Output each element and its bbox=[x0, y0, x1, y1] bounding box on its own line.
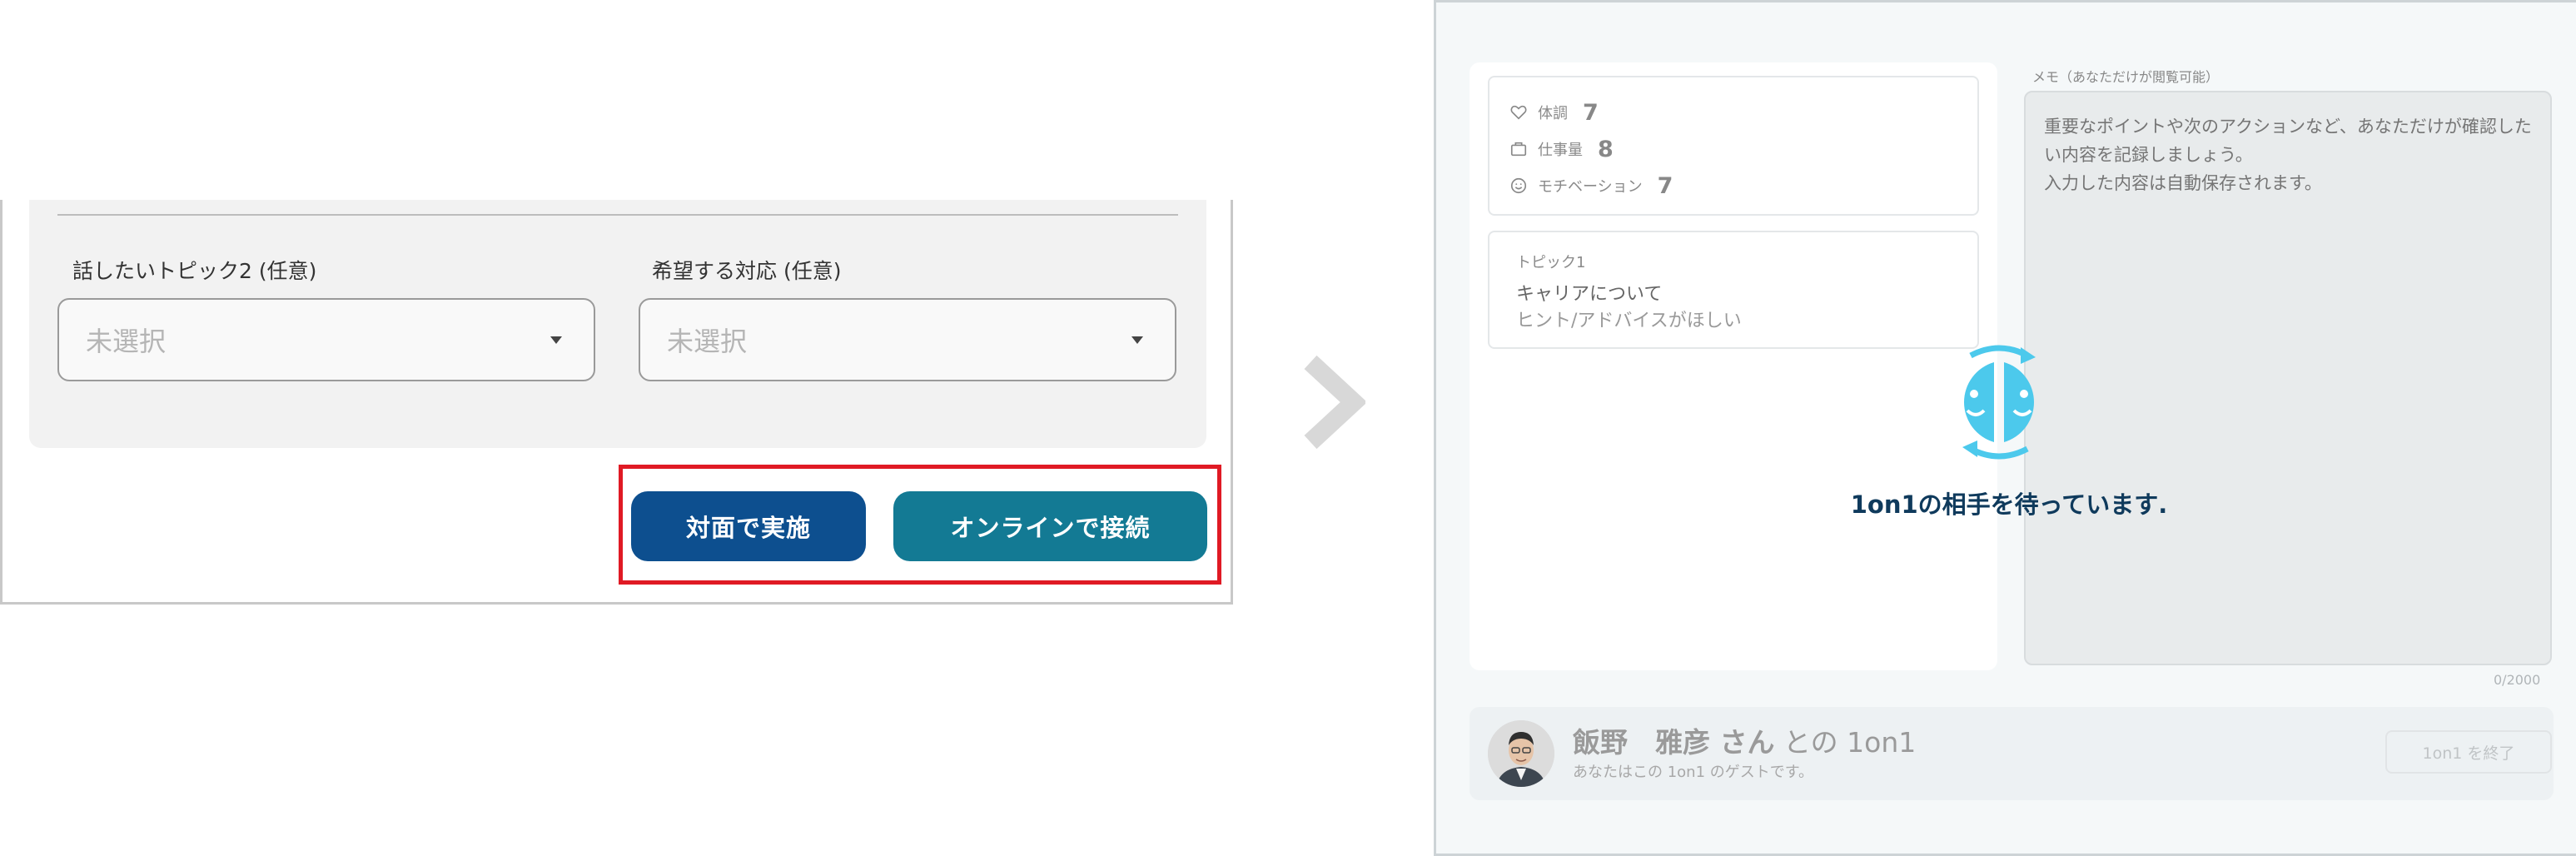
response-select-value: 未選択 bbox=[667, 326, 748, 357]
form-card: 話したいトピック2 (任意) 希望する対応 (任意) 未選択 未選択 bbox=[29, 200, 1206, 448]
partner-name: 飯野 雅彦 さん との 1on1 bbox=[1573, 720, 1916, 760]
topic2-select[interactable]: 未選択 bbox=[57, 298, 595, 381]
briefcase-icon bbox=[1510, 142, 1527, 157]
right-1on1-panel: 体調 7 仕事量 8 モチベーション 7 トピック1 キャリアについて ヒント/… bbox=[1434, 0, 2576, 856]
heart-icon bbox=[1510, 105, 1527, 120]
memo-textarea[interactable] bbox=[2024, 91, 2552, 665]
topic2-select-value: 未選択 bbox=[86, 326, 167, 357]
footer-bar: 飯野 雅彦 さん との 1on1 あなたはこの 1on1 のゲストです。 1on… bbox=[1470, 707, 2554, 800]
status-card: 体調 7 仕事量 8 モチベーション 7 bbox=[1488, 76, 1979, 216]
status-label: モチベーション bbox=[1538, 178, 1643, 196]
waiting-message: 1on1の相手を待っています. bbox=[1850, 490, 2168, 519]
status-label: 体調 bbox=[1538, 105, 1568, 122]
status-value: 7 bbox=[1583, 99, 1599, 126]
avatar bbox=[1488, 720, 1554, 787]
status-value: 8 bbox=[1598, 136, 1614, 162]
status-row-condition: 体調 7 bbox=[1509, 96, 1599, 129]
topic-title: キャリアについて bbox=[1516, 284, 1663, 305]
guest-note: あなたはこの 1on1 のゲストです。 bbox=[1573, 764, 1813, 781]
end-1on1-button[interactable]: 1on1 を終了 bbox=[2385, 730, 2552, 774]
chevron-right-icon bbox=[1304, 355, 1365, 450]
topic2-label: 話したいトピック2 (任意) bbox=[72, 259, 317, 283]
topic-label: トピック1 bbox=[1516, 254, 1586, 271]
memo-char-count: 0/2000 bbox=[2494, 672, 2541, 688]
response-label: 希望する対応 (任意) bbox=[652, 259, 842, 283]
partner-name-text: 飯野 雅彦 さん bbox=[1573, 726, 1775, 759]
online-connect-button[interactable]: オンラインで接続 bbox=[893, 491, 1207, 561]
form-divider bbox=[57, 214, 1178, 216]
caret-down-icon bbox=[1131, 336, 1143, 344]
smile-icon bbox=[1510, 177, 1527, 194]
left-form-panel: 話したいトピック2 (任意) 希望する対応 (任意) 未選択 未選択 対面で実施… bbox=[0, 200, 1233, 605]
status-label: 仕事量 bbox=[1538, 142, 1583, 159]
status-row-motivation: モチベーション 7 bbox=[1509, 169, 1673, 202]
topic-subtitle: ヒント/アドバイスがほしい bbox=[1516, 311, 1742, 331]
in-person-button[interactable]: 対面で実施 bbox=[631, 491, 866, 561]
caret-down-icon bbox=[550, 336, 562, 344]
topic-card: トピック1 キャリアについて ヒント/アドバイスがほしい bbox=[1488, 231, 1979, 349]
response-select[interactable]: 未選択 bbox=[639, 298, 1176, 381]
user-avatar-icon bbox=[1488, 720, 1554, 787]
memo-label: メモ（あなただけが閲覧可能） bbox=[2032, 69, 2220, 85]
content-card: 体調 7 仕事量 8 モチベーション 7 トピック1 キャリアについて ヒント/… bbox=[1470, 62, 1997, 670]
waiting-faces-icon bbox=[1962, 345, 2036, 460]
status-row-workload: 仕事量 8 bbox=[1509, 132, 1614, 166]
partner-name-suffix: との 1on1 bbox=[1774, 726, 1917, 759]
status-value: 7 bbox=[1657, 172, 1673, 199]
